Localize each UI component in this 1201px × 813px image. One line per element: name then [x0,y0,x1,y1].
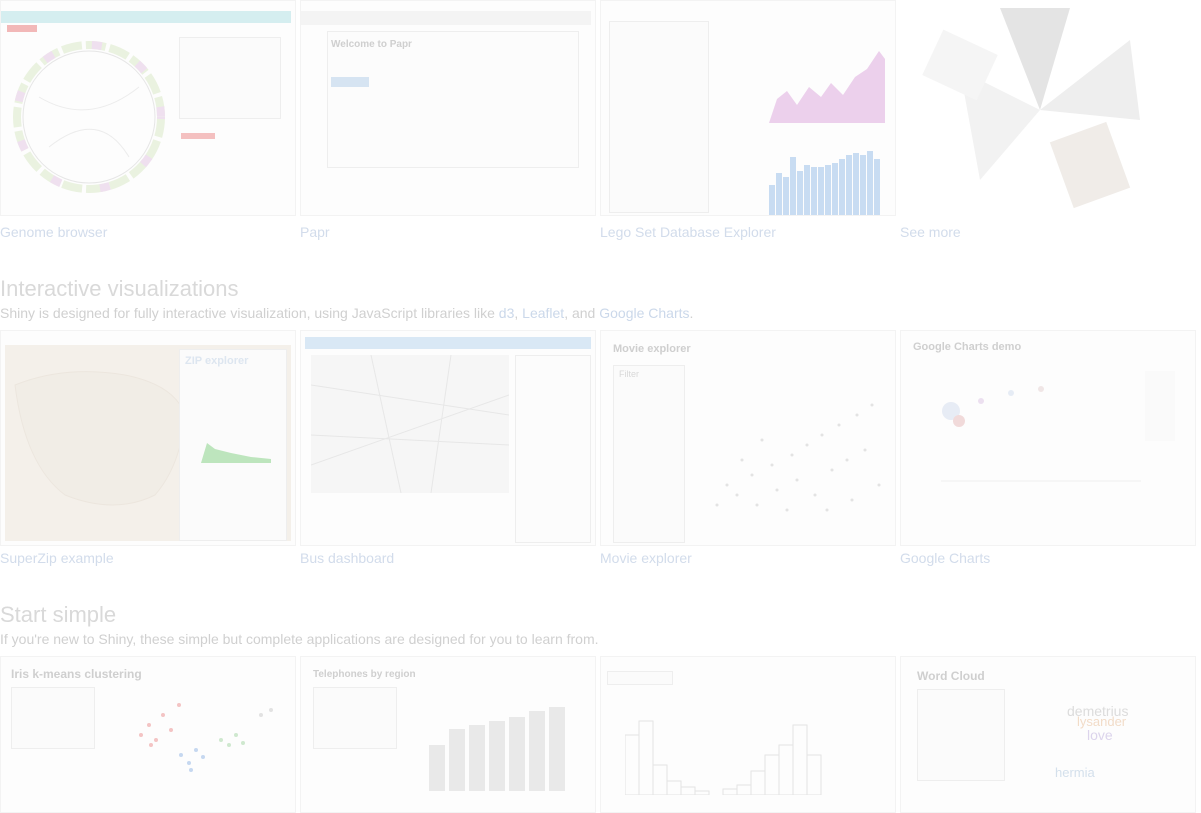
word-cloud-thumbnail[interactable]: Word Cloud demetrius lysander love hermi… [900,656,1196,813]
caption-bus-dashboard[interactable]: Bus dashboard [300,550,394,566]
movie-explorer-title: Movie explorer [613,343,691,355]
movie-filter-label: Filter [619,369,639,379]
telephones-bar-chart [429,703,573,791]
start-simple-heading: Start simple [0,602,117,627]
green-histogram [201,443,271,463]
genome-browser-thumbnail[interactable] [0,0,296,216]
movie-scatter [715,403,881,512]
movie-explorer-thumbnail[interactable]: Movie explorer Filter [600,330,896,546]
histogram-chart [625,720,822,795]
caption-movie-explorer[interactable]: Movie explorer [600,550,692,566]
caption-google-charts[interactable]: Google Charts [900,550,990,566]
histogram-thumbnail[interactable] [600,656,896,813]
superzip-thumbnail[interactable]: ZIP explorer [0,330,296,546]
papr-welcome: Welcome to Papr [331,39,412,50]
caption-lego-explorer[interactable]: Lego Set Database Explorer [600,224,776,240]
caption-superzip[interactable]: SuperZip example [0,550,114,566]
circos-plot [13,41,165,193]
desc-suffix: . [689,305,694,321]
start-simple-description: If you're new to Shiny, these simple but… [0,631,599,647]
interactive-desc-prefix: Shiny is designed for fully interactive … [0,305,499,321]
word-love: love [1087,727,1113,743]
bus-routes [311,355,509,493]
google-charts-thumbnail[interactable]: Google Charts demo [900,330,1196,546]
papr-thumbnail[interactable]: Welcome to Papr [300,0,596,216]
zip-explorer-title: ZIP explorer [185,355,249,367]
google-bubble-chart [941,386,1141,482]
d3-link[interactable]: d3 [499,305,515,321]
genome-table [179,37,281,119]
lego-thumbnail[interactable] [600,0,896,216]
caption-genome-browser[interactable]: Genome browser [0,224,107,240]
telephones-thumbnail[interactable]: Telephones by region [300,656,596,813]
desc-separator: , and [564,305,600,321]
leaflet-link[interactable]: Leaflet [522,305,564,321]
see-more-thumbnail[interactable] [900,0,1194,214]
google-charts-link[interactable]: Google Charts [599,305,689,321]
iris-scatter [139,703,273,772]
desc-separator: , [514,305,523,321]
lego-area-chart [769,51,885,123]
word-cloud-title: Word Cloud [917,669,985,683]
google-charts-demo-title: Google Charts demo [913,341,1022,353]
interactive-heading: Interactive visualizations [0,276,239,301]
lego-bar-chart [769,141,881,215]
telephones-title: Telephones by region [313,669,416,680]
iris-title: Iris k-means clustering [11,667,142,681]
word-hermia: hermia [1055,765,1095,780]
iris-thumbnail[interactable]: Iris k-means clustering [0,656,296,813]
interactive-description: Shiny is designed for fully interactive … [0,305,693,321]
see-more-collage [922,8,1140,209]
bus-dashboard-thumbnail[interactable] [300,330,596,546]
caption-papr[interactable]: Papr [300,224,330,240]
caption-see-more[interactable]: See more [900,224,961,240]
